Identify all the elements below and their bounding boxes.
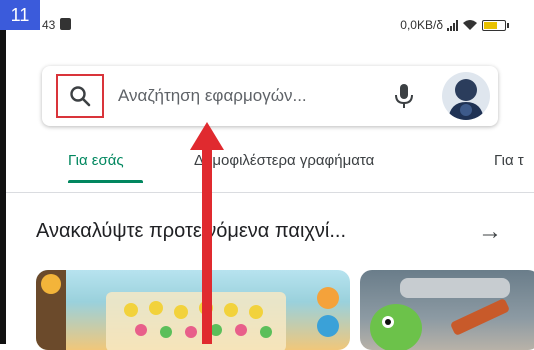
section-arrow-icon[interactable]: → xyxy=(478,218,502,246)
notification-icon xyxy=(60,18,71,30)
battery-icon xyxy=(482,19,509,31)
network-speed: 0,0KB/δ xyxy=(400,18,443,32)
search-input[interactable]: Αναζήτηση εφαρμογών... xyxy=(118,86,307,106)
search-icon-highlight[interactable] xyxy=(56,74,104,118)
status-time: 43 xyxy=(42,18,56,32)
search-icon xyxy=(70,86,91,107)
mic-icon[interactable] xyxy=(392,82,416,110)
status-indicators: 0,0KB/δ xyxy=(400,18,509,32)
annotation-arrow xyxy=(190,122,224,344)
tab-for-you[interactable]: Για εσάς xyxy=(68,152,124,169)
tabs-divider xyxy=(6,192,534,193)
tab-third[interactable]: Για τ xyxy=(494,152,524,169)
category-tabs: Για εσάς Δημοφιλέστερα γραφήματα Για τ xyxy=(0,150,534,192)
avatar[interactable] xyxy=(442,72,490,120)
game-card-2[interactable] xyxy=(360,270,534,350)
game-card-2-art xyxy=(370,278,510,350)
status-bar: 43 0,0KB/δ xyxy=(40,0,534,50)
active-tab-indicator xyxy=(68,180,143,183)
search-bar[interactable]: Αναζήτηση εφαρμογών... xyxy=(42,66,498,126)
step-number-badge: 11 xyxy=(0,0,40,30)
signal-icon xyxy=(447,19,458,31)
wifi-icon xyxy=(463,20,477,30)
